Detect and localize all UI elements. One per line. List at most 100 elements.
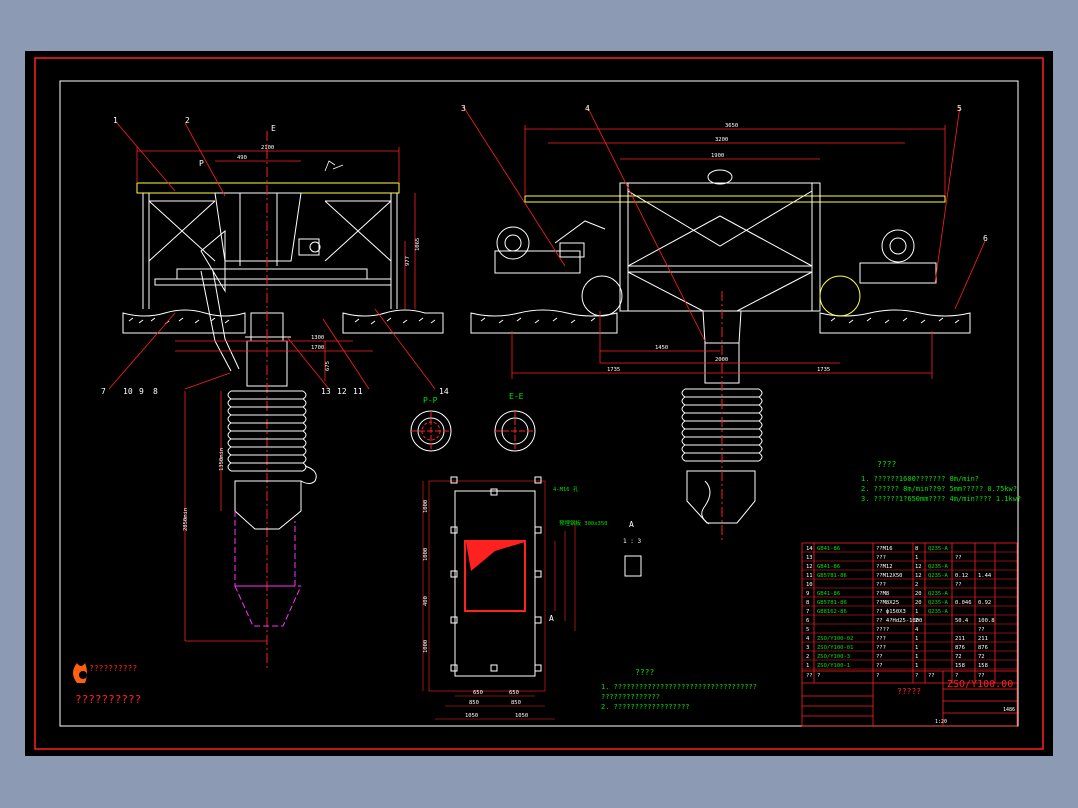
bom-cell: ??M8: [876, 591, 889, 597]
bom-cell: GB8162-86: [817, 609, 847, 615]
title-block-name: ?????: [897, 687, 921, 696]
bom-cell: 1: [915, 645, 918, 651]
bom-cell: GB41-86: [817, 564, 840, 570]
dim-center-b2: 650: [509, 690, 519, 696]
bom-cell: 12: [806, 564, 813, 570]
bom-cell: ???: [876, 645, 886, 651]
bom-cell: 1: [915, 555, 918, 561]
dim-center-b5: 1050: [465, 713, 478, 719]
bom-cell: 4: [915, 627, 919, 633]
bom-cell: ??: [955, 582, 962, 588]
dim-center-l1: 1000: [423, 500, 429, 513]
callout-7: 7: [101, 387, 106, 396]
bom-cell: ????: [876, 627, 889, 633]
callout-14: 14: [439, 387, 449, 396]
callout-9: 9: [139, 387, 144, 396]
dim-left-v4: 1350min: [219, 448, 225, 471]
dim-left-v2: 977: [405, 256, 411, 266]
bom-header-cell: ??: [928, 673, 935, 679]
dim-center-b4: 850: [511, 700, 521, 706]
tech-req-right-2: 2. ?????? 8m/min??9? 5mm????? 0.75kw?: [861, 485, 1017, 493]
bom-cell: 20: [915, 591, 922, 597]
dim-center-l4: 1000: [423, 640, 429, 653]
bom-cell: ???: [876, 582, 886, 588]
dim-right-bot2: 1735: [817, 367, 830, 373]
bom-cell: GB5781-86: [817, 573, 847, 579]
dim-right-bot1: 1735: [607, 367, 620, 373]
bom-cell: 1: [915, 654, 918, 660]
dim-left-v5: 2850min: [183, 508, 189, 531]
callout-p: P: [199, 159, 204, 168]
callout-12: 12: [337, 387, 347, 396]
drawing-sheet: 1 2 E P 7 10 9 8 13 12 11 14 3 4 5 6 P-P…: [25, 51, 1053, 756]
bom-cell: 3: [806, 645, 809, 651]
bom-cell: 0.92: [978, 600, 991, 606]
bom-cell: 72: [978, 654, 985, 660]
bom-cell: ???: [876, 636, 886, 642]
bom-cell: 0.046: [955, 600, 972, 606]
dim-center-b6: 1050: [515, 713, 528, 719]
callout-5: 5: [957, 104, 962, 113]
view-a: A: [629, 520, 634, 529]
bom-cell: 2: [915, 582, 918, 588]
callout-e: E: [271, 124, 276, 133]
callout-8: 8: [153, 387, 158, 396]
dim-center-l3: 400: [423, 596, 429, 606]
bom-cell: Q235-A: [928, 546, 949, 552]
dim-right-top2: 3200: [715, 137, 728, 143]
bom-cell: ??: [876, 654, 883, 660]
bom-cell: 14: [806, 546, 813, 552]
callout-3: 3: [461, 104, 466, 113]
callout-2: 2: [185, 116, 190, 125]
callout-1: 1: [113, 116, 118, 125]
bom-cell: 20: [915, 600, 922, 606]
bom-cell: Q235-A: [928, 591, 949, 597]
tech-req-center-2: ??????????????: [601, 693, 660, 701]
callout-6: 6: [983, 234, 988, 243]
bom-cell: 100.8: [978, 618, 995, 624]
bom-cell: 211: [955, 636, 965, 642]
bom-cell: Q235-A: [928, 573, 949, 579]
bom-cell: 876: [955, 645, 965, 651]
bom-cell: 1: [915, 609, 918, 615]
bom-cell: Q235-A: [928, 600, 949, 606]
bom-header-cell: ?: [915, 673, 918, 679]
dim-left-top2: 490: [237, 155, 247, 161]
bom-cell: 0.12: [955, 573, 968, 579]
bom-cell: 2: [806, 654, 809, 660]
bom-cell: 11: [806, 573, 813, 579]
bom-cell: 1: [806, 663, 809, 669]
bom-header-cell: ??: [806, 673, 813, 679]
plate-note: 预埋钢板 300x350: [559, 519, 608, 527]
outer-border: [34, 57, 1044, 750]
logo-line1: ??????????: [89, 664, 137, 673]
dim-left-top: 2100: [261, 145, 274, 151]
tech-req-center-1: 1. ??????????????????????????????????: [601, 683, 757, 691]
bom-header-cell: ?: [876, 673, 879, 679]
bom-cell: ZSO/Y100-1: [817, 663, 850, 669]
bom-cell: Q235-A: [928, 564, 949, 570]
bom-cell: ZSO/Y100-02: [817, 636, 853, 642]
bom-cell: ??: [955, 555, 962, 561]
section-pm: P-P: [423, 396, 438, 405]
tech-req-right-title: ????: [877, 460, 896, 469]
bom-cell: 6: [806, 618, 809, 624]
bom-cell: 72: [955, 654, 962, 660]
callout-10: 10: [123, 387, 133, 396]
scale-note: 1 : 3: [623, 538, 641, 545]
callout-13: 13: [321, 387, 331, 396]
tech-req-center-title: ????: [635, 668, 654, 677]
weight-label: 1486: [1003, 707, 1015, 713]
bom-cell: GB5781-86: [817, 600, 847, 606]
bom-cell: ZSO/Y100-01: [817, 645, 853, 651]
bom-cell: 13: [806, 555, 813, 561]
bom-cell: 2: [915, 618, 918, 624]
bom-cell: ???: [876, 555, 886, 561]
bom-cell: GB41-86: [817, 546, 840, 552]
dim-right-mid: 1450: [655, 345, 668, 351]
dim-right-top: 3650: [725, 123, 738, 129]
bom-header-cell: ?: [817, 673, 820, 679]
callout-11: 11: [353, 387, 363, 396]
dim-left-v3: 675: [325, 361, 331, 371]
bom-cell: ??M8X25: [876, 600, 899, 606]
